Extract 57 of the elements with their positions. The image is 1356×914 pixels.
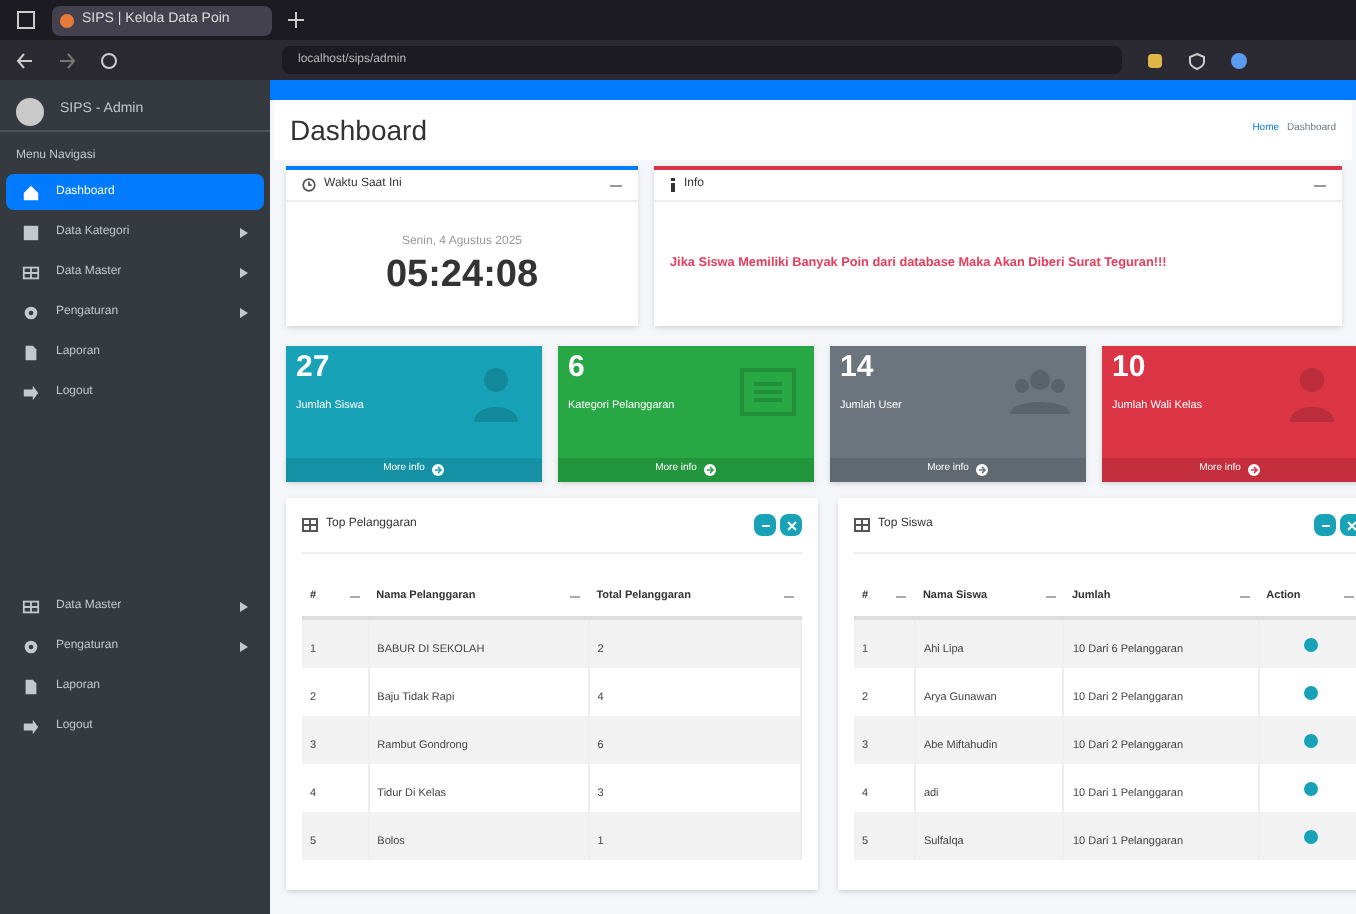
favicon-icon: [60, 13, 74, 27]
new-tab-icon[interactable]: [288, 12, 304, 28]
avatar-icon: [16, 97, 44, 125]
settings-icon: [22, 637, 40, 655]
stat-value: 14: [840, 352, 876, 382]
table-icon: [22, 597, 40, 615]
table-icon: [854, 518, 870, 532]
close-button[interactable]: [780, 514, 802, 536]
collapse-button[interactable]: [754, 514, 776, 536]
view-button[interactable]: [1303, 637, 1318, 651]
arrow-circle-icon: [432, 464, 445, 476]
document-icon: [22, 677, 40, 695]
arrow-circle-icon: [704, 464, 717, 476]
view-button[interactable]: [1303, 733, 1318, 747]
reload-icon[interactable]: [100, 51, 118, 69]
document-icon: [22, 343, 40, 361]
back-icon[interactable]: [16, 51, 34, 69]
sort-icon[interactable]: [896, 592, 907, 602]
info-icon: [670, 178, 676, 192]
sort-icon[interactable]: [1240, 592, 1251, 602]
minus-icon: [759, 519, 771, 531]
extension-icon[interactable]: [1146, 51, 1164, 69]
list-icon: [738, 362, 798, 422]
view-button[interactable]: [1303, 685, 1318, 699]
forward-icon[interactable]: [58, 51, 76, 69]
grid-icon: [22, 223, 40, 241]
close-icon: [785, 519, 797, 531]
tabs-icon[interactable]: [16, 10, 36, 30]
sort-icon[interactable]: [570, 592, 581, 602]
clock-time: 05:24:08: [385, 256, 539, 294]
clock-icon: [302, 178, 316, 192]
collapse-icon[interactable]: [610, 179, 622, 191]
page-title: Dashboard: [290, 111, 427, 149]
sort-icon[interactable]: [350, 592, 361, 602]
stat-value: 10: [1112, 352, 1148, 382]
sort-icon[interactable]: [783, 592, 793, 602]
table-icon: [302, 518, 318, 532]
close-button[interactable]: [1340, 514, 1356, 536]
stat-value: 6: [568, 352, 587, 382]
home-icon: [22, 183, 40, 201]
settings-icon: [22, 303, 40, 321]
collapse-button[interactable]: [1314, 514, 1336, 536]
view-button[interactable]: [1303, 781, 1318, 795]
minus-icon: [1319, 519, 1331, 531]
arrow-circle-icon: [1248, 464, 1261, 476]
logout-icon: [22, 717, 40, 735]
sort-icon[interactable]: [1045, 592, 1056, 602]
logout-icon: [22, 383, 40, 401]
table-icon: [22, 263, 40, 281]
stat-value: 27: [296, 352, 332, 382]
close-icon: [1345, 519, 1356, 531]
arrow-circle-icon: [976, 464, 989, 476]
sort-icon[interactable]: [1344, 592, 1354, 602]
view-button[interactable]: [1303, 829, 1318, 843]
shield-icon[interactable]: [1188, 51, 1206, 69]
collapse-icon[interactable]: [1314, 179, 1326, 191]
profile-icon[interactable]: [1230, 51, 1248, 69]
